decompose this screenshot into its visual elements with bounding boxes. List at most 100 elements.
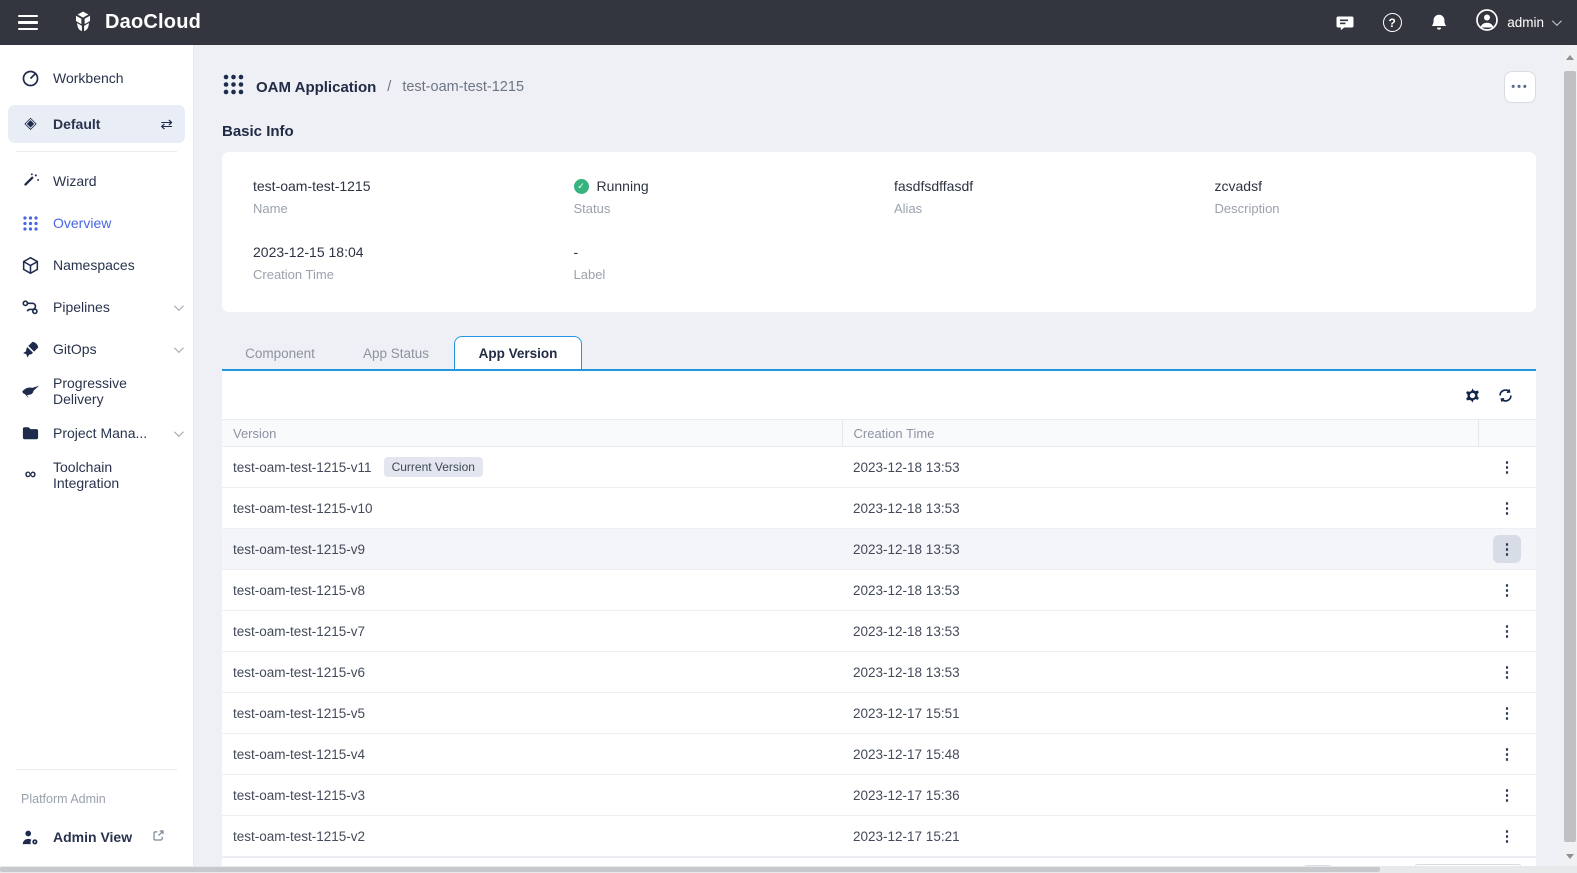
- brand-logo[interactable]: DaoCloud: [70, 10, 201, 36]
- sidebar-item-progressive-delivery[interactable]: Progressive Delivery: [0, 370, 193, 412]
- creation-time: 2023-12-17 15:51: [842, 693, 1478, 734]
- sidebar: Workbench ◈ Default ⇄ Wizard Overview Na…: [0, 45, 194, 866]
- status-check-icon: ✓: [574, 179, 589, 194]
- tab-app-status[interactable]: App Status: [338, 338, 454, 369]
- horizontal-scrollbar[interactable]: [0, 866, 1577, 873]
- sidebar-item-admin-view[interactable]: Admin View: [0, 816, 193, 858]
- table-row[interactable]: test-oam-test-1215-v2 2023-12-17 15:21 ⋮: [222, 816, 1536, 857]
- version-name: test-oam-test-1215-v7: [222, 611, 842, 652]
- grid-icon: [21, 214, 40, 233]
- table-row[interactable]: test-oam-test-1215-v3 2023-12-17 15:36 ⋮: [222, 775, 1536, 816]
- row-actions-kebab-icon[interactable]: ⋮: [1493, 576, 1521, 604]
- sidebar-item-label: Project Mana...: [53, 425, 147, 441]
- user-menu[interactable]: admin: [1475, 8, 1559, 37]
- field-label: Label: [574, 267, 880, 282]
- field-label: Alias: [894, 201, 1200, 216]
- table-toolbar: [222, 371, 1536, 419]
- basic-info-card: test-oam-test-1215 Name ✓ Running Status…: [222, 152, 1536, 312]
- breadcrumb-separator: /: [387, 79, 391, 95]
- field-creation-time: 2023-12-15 18:04 Creation Time: [238, 244, 559, 282]
- creation-time: 2023-12-18 13:53: [842, 611, 1478, 652]
- table-row[interactable]: test-oam-test-1215-v10 2023-12-18 13:53 …: [222, 488, 1536, 529]
- chevron-down-icon: [174, 301, 184, 311]
- field-value: zcvadsf: [1215, 178, 1521, 194]
- field-alias: fasdfsdffasdf Alias: [879, 178, 1200, 216]
- sidebar-item-toolchain-integration[interactable]: ∞ Toolchain Integration: [0, 454, 193, 496]
- sidebar-item-overview[interactable]: Overview: [0, 202, 193, 244]
- notifications-bell-icon[interactable]: [1428, 12, 1450, 34]
- sidebar-item-wizard[interactable]: Wizard: [0, 160, 193, 202]
- more-actions-button[interactable]: •••: [1504, 71, 1536, 103]
- creation-time: 2023-12-18 13:53: [842, 529, 1478, 570]
- field-value: -: [574, 244, 880, 260]
- version-name: test-oam-test-1215-v3: [222, 775, 842, 816]
- field-description: zcvadsf Description: [1200, 178, 1521, 216]
- row-actions-kebab-icon[interactable]: ⋮: [1493, 453, 1521, 481]
- settings-gear-icon[interactable]: [1464, 387, 1481, 404]
- table-row[interactable]: test-oam-test-1215-v4 2023-12-17 15:48 ⋮: [222, 734, 1536, 775]
- wand-icon: [21, 172, 40, 191]
- table-row[interactable]: test-oam-test-1215-v5 2023-12-17 15:51 ⋮: [222, 693, 1536, 734]
- column-header-version[interactable]: Version: [222, 420, 842, 447]
- breadcrumb-section[interactable]: OAM Application: [256, 79, 376, 96]
- table-row[interactable]: test-oam-test-1215-v7 2023-12-18 13:53 ⋮: [222, 611, 1536, 652]
- workspace-label: Default: [53, 116, 100, 132]
- pipeline-icon: [21, 298, 40, 317]
- creation-time: 2023-12-17 15:21: [842, 816, 1478, 857]
- creation-time: 2023-12-18 13:53: [842, 570, 1478, 611]
- creation-time: 2023-12-18 13:53: [842, 447, 1478, 488]
- scroll-down-arrow[interactable]: [1563, 848, 1577, 864]
- sidebar-item-namespaces[interactable]: Namespaces: [0, 244, 193, 286]
- row-actions-kebab-icon[interactable]: ⋮: [1493, 740, 1521, 768]
- row-actions-kebab-icon[interactable]: ⋮: [1493, 658, 1521, 686]
- external-link-icon: [152, 829, 165, 845]
- messages-icon[interactable]: [1334, 12, 1356, 34]
- sidebar-item-label: Overview: [53, 215, 111, 231]
- basic-info-title: Basic Info: [222, 123, 1536, 140]
- refresh-icon[interactable]: [1497, 387, 1514, 404]
- divider: [16, 769, 177, 770]
- vertical-scroll-thumb[interactable]: [1564, 71, 1576, 842]
- sidebar-item-pipelines[interactable]: Pipelines: [0, 286, 193, 328]
- row-actions-kebab-icon[interactable]: ⋮: [1493, 535, 1521, 563]
- field-value: Running: [597, 178, 649, 194]
- scroll-up-arrow[interactable]: [1563, 49, 1577, 65]
- row-actions-kebab-icon[interactable]: ⋮: [1493, 494, 1521, 522]
- table-row[interactable]: test-oam-test-1215-v11Current Version 20…: [222, 447, 1536, 488]
- tab-app-version[interactable]: App Version: [454, 336, 582, 369]
- switch-workspace-icon[interactable]: ⇄: [160, 115, 173, 133]
- avatar: [1475, 8, 1499, 37]
- help-icon[interactable]: ?: [1381, 12, 1403, 34]
- chevron-down-icon: [174, 427, 184, 437]
- sidebar-item-label: Admin View: [53, 829, 132, 845]
- sidebar-item-label: Toolchain Integration: [53, 459, 181, 491]
- divider: [16, 151, 177, 152]
- bird-icon: [21, 382, 40, 401]
- chevron-down-icon: [1552, 16, 1562, 26]
- table-row[interactable]: test-oam-test-1215-v8 2023-12-18 13:53 ⋮: [222, 570, 1536, 611]
- table-row[interactable]: test-oam-test-1215-v6 2023-12-18 13:53 ⋮: [222, 652, 1536, 693]
- breadcrumb: OAM Application / test-oam-test-1215 •••: [222, 45, 1536, 121]
- field-label-row: - Label: [559, 244, 880, 282]
- row-actions-kebab-icon[interactable]: ⋮: [1493, 699, 1521, 727]
- field-label: Creation Time: [253, 267, 559, 282]
- version-name: test-oam-test-1215-v11: [233, 460, 372, 475]
- sidebar-item-workbench[interactable]: Workbench: [0, 57, 193, 99]
- row-actions-kebab-icon[interactable]: ⋮: [1493, 781, 1521, 809]
- daocloud-cube-icon: [70, 10, 96, 36]
- main-content: OAM Application / test-oam-test-1215 •••…: [194, 45, 1577, 866]
- tab-component[interactable]: Component: [222, 338, 338, 369]
- horizontal-scroll-thumb[interactable]: [0, 867, 1380, 872]
- field-value: 2023-12-15 18:04: [253, 244, 559, 260]
- sidebar-workspace-default[interactable]: ◈ Default ⇄: [8, 105, 185, 143]
- column-header-creation-time[interactable]: Creation Time: [842, 420, 1478, 447]
- menu-icon[interactable]: [18, 15, 38, 31]
- sidebar-item-gitops[interactable]: GitOps: [0, 328, 193, 370]
- vertical-scrollbar[interactable]: [1563, 45, 1577, 866]
- sidebar-item-project-management[interactable]: Project Mana...: [0, 412, 193, 454]
- version-table: Version Creation Time test-oam-test-1215…: [222, 419, 1536, 857]
- table-row[interactable]: test-oam-test-1215-v9 2023-12-18 13:53 ⋮: [222, 529, 1536, 570]
- field-status: ✓ Running Status: [559, 178, 880, 216]
- row-actions-kebab-icon[interactable]: ⋮: [1493, 617, 1521, 645]
- row-actions-kebab-icon[interactable]: ⋮: [1493, 822, 1521, 850]
